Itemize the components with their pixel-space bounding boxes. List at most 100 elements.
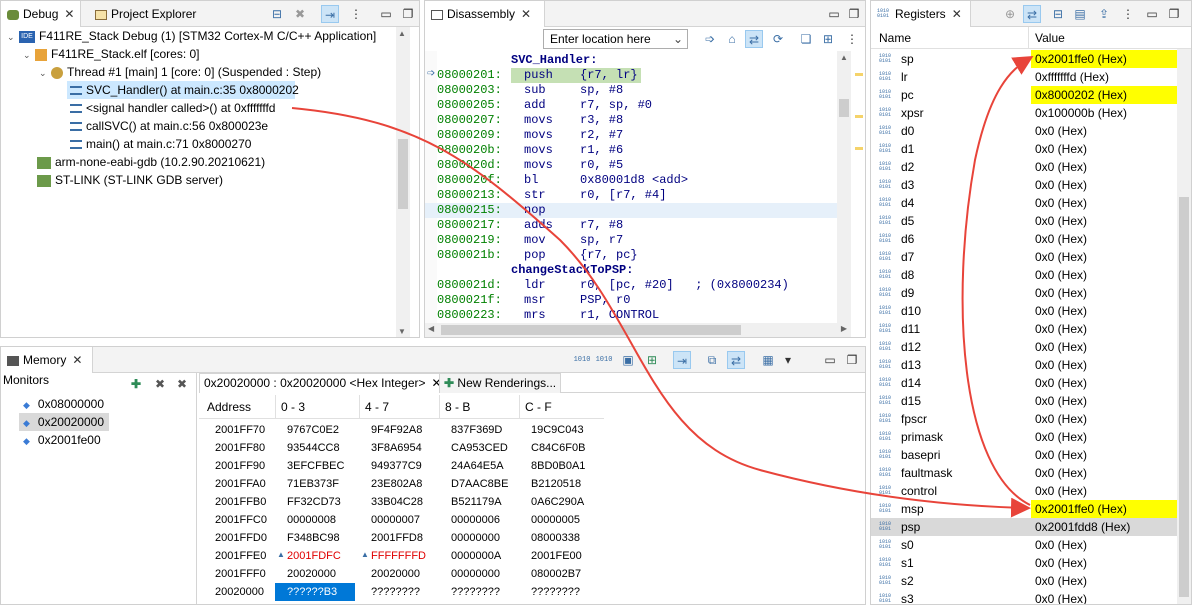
register-row[interactable]: 1010 0101 d10 0x0 (Hex): [871, 302, 1177, 320]
register-value[interactable]: 0x0 (Hex): [1031, 554, 1177, 572]
register-row[interactable]: 1010 0101 sp 0x2001ffe0 (Hex): [871, 50, 1177, 68]
memory-cell[interactable]: C84C6F0B: [531, 439, 585, 457]
register-value[interactable]: 0xfffffffd (Hex): [1031, 68, 1177, 86]
disassembly-line[interactable]: 0800020b: movs r1, #6: [425, 143, 837, 158]
register-row[interactable]: 1010 0101 d5 0x0 (Hex): [871, 212, 1177, 230]
memory-cell[interactable]: 080002B7: [531, 565, 581, 583]
register-row[interactable]: 1010 0101 d6 0x0 (Hex): [871, 230, 1177, 248]
tree-item-process[interactable]: ⌄ F411RE_Stack.elf [cores: 0]: [23, 45, 200, 63]
location-input[interactable]: Enter location here ⌄: [543, 29, 688, 49]
export-icon[interactable]: ⇪: [1095, 5, 1113, 23]
register-value[interactable]: 0x0 (Hex): [1031, 158, 1177, 176]
memory-cell[interactable]: F348BC98: [287, 529, 340, 547]
monitor-item[interactable]: ◆ 0x2001fe00: [19, 431, 101, 449]
memory-cell[interactable]: 0A6C290A: [531, 493, 584, 511]
registers-scrollbar[interactable]: [1177, 49, 1191, 604]
register-row[interactable]: 1010 0101 faultmask 0x0 (Hex): [871, 464, 1177, 482]
column-header[interactable]: 4 - 7: [365, 398, 389, 416]
scroll-left-icon[interactable]: ◀: [428, 324, 434, 333]
memory-cell[interactable]: 9F4F92A8: [371, 421, 422, 439]
register-row[interactable]: 1010 0101 d1 0x0 (Hex): [871, 140, 1177, 158]
register-row[interactable]: 1010 0101 d0 0x0 (Hex): [871, 122, 1177, 140]
memory-cell[interactable]: ????????: [371, 583, 420, 601]
register-value[interactable]: 0x0 (Hex): [1031, 194, 1177, 212]
disassembly-line[interactable]: 08000203: sub sp, #8: [425, 83, 837, 98]
memory-cell[interactable]: 93544CC8: [287, 439, 340, 457]
register-row[interactable]: 1010 0101 d4 0x0 (Hex): [871, 194, 1177, 212]
disassembly-line[interactable]: 0800020d: movs r0, #5: [425, 158, 837, 173]
memory-cell[interactable]: 3EFCFBEC: [287, 457, 344, 475]
memory-cell[interactable]: 24A64E5A: [451, 457, 504, 475]
register-row[interactable]: 1010 0101 msp 0x2001ffe0 (Hex): [871, 500, 1177, 518]
scroll-down-icon[interactable]: ▼: [398, 327, 406, 336]
memory-cell[interactable]: 9767C0E2: [287, 421, 339, 439]
register-value[interactable]: 0x0 (Hex): [1031, 446, 1177, 464]
register-value[interactable]: 0x0 (Hex): [1031, 410, 1177, 428]
disassembly-line[interactable]: 08000205: add r7, sp, #0: [425, 98, 837, 113]
tab-rendering[interactable]: 0x20020000 : 0x20020000 <Hex Integer> ✕: [199, 373, 447, 393]
disassembly-line[interactable]: 08000213: str r0, [r7, #4]: [425, 188, 837, 203]
register-value[interactable]: 0x0 (Hex): [1031, 464, 1177, 482]
register-row[interactable]: 1010 0101 s0 0x0 (Hex): [871, 536, 1177, 554]
register-row[interactable]: 1010 0101 s2 0x0 (Hex): [871, 572, 1177, 590]
memory-cell[interactable]: 00000000: [451, 565, 500, 583]
memory-row[interactable]: 20020000 ??????B3????????????????????????: [199, 583, 604, 601]
collapse-all-icon[interactable]: ⊟: [1049, 5, 1067, 23]
expanded-chevron-icon[interactable]: ⌄: [39, 64, 51, 82]
register-row[interactable]: 1010 0101 d12 0x0 (Hex): [871, 338, 1177, 356]
memory-cell[interactable]: 00000005: [531, 511, 580, 529]
disassembly-line[interactable]: 08000207: movs r3, #8: [425, 113, 837, 128]
register-row[interactable]: 1010 0101 d11 0x0 (Hex): [871, 320, 1177, 338]
register-value[interactable]: 0x0 (Hex): [1031, 248, 1177, 266]
memory-row[interactable]: 2001FFE0 2001FDFC FFFFFFFD 0000000A 2001FE00…: [199, 547, 604, 565]
sync-icon[interactable]: ⇄: [727, 351, 745, 369]
layout-icon[interactable]: ▦: [759, 351, 777, 369]
disassembly-line[interactable]: 0800020f: bl 0x80001d8 <add>: [425, 173, 837, 188]
link-with-editor-icon[interactable]: ⇥: [321, 5, 339, 23]
register-value[interactable]: 0x2001ffe0 (Hex): [1031, 50, 1177, 68]
minimize-icon[interactable]: ▭: [377, 5, 395, 23]
monitor-item[interactable]: ◆ 0x08000000: [19, 395, 104, 413]
memory-row[interactable]: 2001FF70 9767C0E2 9F4F92A8 837F369D 19C9C043: [199, 421, 604, 439]
tab-debug[interactable]: Debug ✕: [1, 1, 81, 27]
memory-cell[interactable]: 3F8A6954: [371, 439, 422, 457]
memory-cell[interactable]: 2001FDFC: [287, 547, 341, 565]
debug-scrollbar[interactable]: ▲ ▼: [396, 27, 410, 337]
link-with-context-icon[interactable]: ⇄: [1023, 5, 1041, 23]
expanded-chevron-icon[interactable]: ⌄: [23, 46, 35, 64]
column-divider[interactable]: [359, 395, 360, 419]
tree-item-gdb-server[interactable]: ST-LINK (ST-LINK GDB server): [37, 171, 223, 189]
new-view-icon[interactable]: ⧉: [703, 351, 721, 369]
memory-cell[interactable]: ????????: [451, 583, 500, 601]
register-row[interactable]: 1010 0101 basepri 0x0 (Hex): [871, 446, 1177, 464]
register-value[interactable]: 0x0 (Hex): [1031, 266, 1177, 284]
layout-icon[interactable]: ▤: [1071, 5, 1089, 23]
register-row[interactable]: 1010 0101 d8 0x0 (Hex): [871, 266, 1177, 284]
memory-cell[interactable]: 2001FF70: [215, 421, 265, 439]
tab-registers[interactable]: 1010 0101 Registers ✕: [871, 1, 971, 27]
open-new-view-icon[interactable]: ❏: [797, 30, 815, 48]
maximize-icon[interactable]: ❐: [843, 351, 861, 369]
remove-terminated-icon[interactable]: ✖: [291, 5, 309, 23]
memory-cell[interactable]: 949377C9: [371, 457, 422, 475]
tree-item-frame[interactable]: <signal handler called>() at 0xfffffffd: [67, 99, 275, 117]
register-value[interactable]: 0x0 (Hex): [1031, 482, 1177, 500]
disassembly-line[interactable]: changeStackToPSP:: [425, 263, 837, 278]
value-column-header[interactable]: Value: [1035, 31, 1065, 45]
scroll-thumb[interactable]: [398, 139, 408, 209]
register-row[interactable]: 1010 0101 d14 0x0 (Hex): [871, 374, 1177, 392]
register-value[interactable]: 0x0 (Hex): [1031, 428, 1177, 446]
tree-item-launch[interactable]: ⌄ IDE F411RE_Stack Debug (1) [STM32 Cortex…: [7, 27, 376, 45]
memory-cell[interactable]: 33B04C28: [371, 493, 423, 511]
maximize-icon[interactable]: ❐: [845, 5, 863, 23]
memory-cell[interactable]: B2120518: [531, 475, 581, 493]
memory-cell[interactable]: 00000008: [287, 511, 336, 529]
disassembly-line[interactable]: 08000209: movs r2, #7: [425, 128, 837, 143]
remove-all-monitors-icon[interactable]: ✖: [173, 375, 191, 393]
disassembly-line[interactable]: 0800021b: pop {r7, pc}: [425, 248, 837, 263]
register-row[interactable]: 1010 0101 control 0x0 (Hex): [871, 482, 1177, 500]
memory-cell[interactable]: CA953CED: [451, 439, 508, 457]
export-icon[interactable]: 1010: [595, 351, 613, 369]
memory-row[interactable]: 2001FF80 93544CC8 3F8A6954 CA953CED C84C6F0B: [199, 439, 604, 457]
column-header[interactable]: 0 - 3: [281, 398, 305, 416]
